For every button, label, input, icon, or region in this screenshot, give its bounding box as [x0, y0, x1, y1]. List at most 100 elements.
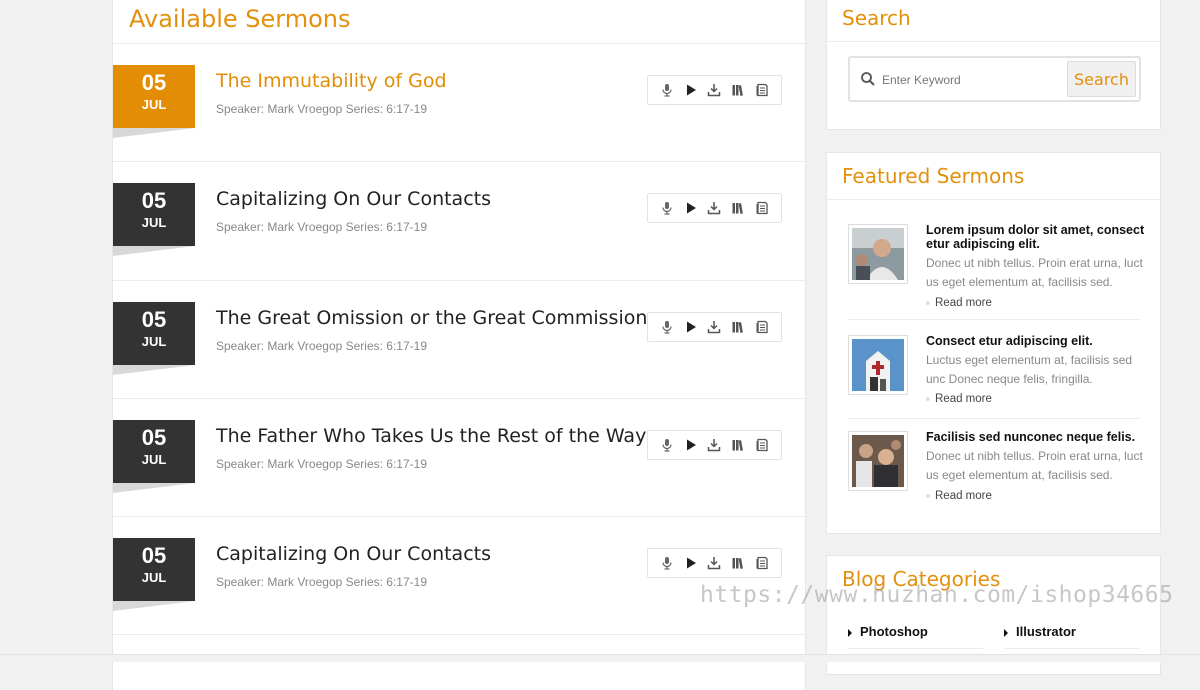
sermon-tools — [647, 75, 782, 105]
document-icon[interactable] — [753, 199, 771, 217]
microphone-icon[interactable] — [658, 554, 676, 572]
divider — [113, 161, 805, 162]
featured-item: Lorem ipsum dolor sit amet, consect etur… — [848, 223, 1144, 320]
book-icon[interactable] — [729, 81, 747, 99]
date-ribbon — [113, 483, 195, 493]
search-widget: Search Search — [826, 0, 1161, 130]
featured-thumbnail[interactable] — [848, 224, 908, 284]
sermon-tools — [647, 193, 782, 223]
book-icon[interactable] — [729, 318, 747, 336]
date-day: 05 — [141, 70, 167, 95]
sermon-title-link[interactable]: Capitalizing On Our Contacts — [216, 188, 491, 210]
download-icon[interactable] — [705, 554, 723, 572]
date-month: JUL — [141, 452, 167, 467]
sermon-meta: Speaker: Mark Vroegop Series: 6:17-19 — [216, 102, 428, 116]
divider — [113, 398, 805, 399]
date-month: JUL — [141, 570, 167, 585]
book-icon[interactable] — [729, 554, 747, 572]
featured-thumbnail[interactable] — [848, 431, 908, 491]
play-icon[interactable] — [682, 318, 700, 336]
sermon-item: 05 JUL The Immutability of God Speaker: … — [113, 65, 805, 183]
caret-right-icon — [848, 628, 852, 637]
sermon-item: 05 JUL Capitalizing On Our Contacts Spea… — [113, 161, 805, 301]
featured-widget-title: Featured Sermons — [827, 153, 1160, 200]
sermons-title: Available Sermons — [129, 5, 351, 33]
sermon-title-link[interactable]: The Immutability of God — [216, 70, 447, 92]
date-badge: 05 JUL — [113, 65, 195, 128]
sermon-meta: Speaker: Mark Vroegop Series: 6:17-19 — [216, 220, 428, 234]
microphone-icon[interactable] — [658, 436, 676, 454]
sermon-item: 05 JUL The Father Who Takes Us the Rest … — [113, 398, 805, 538]
search-widget-title: Search — [827, 0, 1160, 42]
sermon-tools — [647, 312, 782, 342]
featured-title-link[interactable]: Facilisis sed nunconec neque felis. — [926, 430, 1146, 444]
featured-excerpt: Luctus eget elementum at, facilisis sed … — [926, 353, 1133, 386]
sermon-meta: Speaker: Mark Vroegop Series: 6:17-19 — [216, 339, 428, 353]
date-badge: 05 JUL — [113, 183, 195, 246]
caret-right-icon — [1004, 628, 1008, 637]
download-icon[interactable] — [705, 318, 723, 336]
category-label: Illustrator — [1016, 624, 1076, 639]
sermon-title-link[interactable]: The Great Omission or the Great Commissi… — [216, 307, 647, 329]
play-icon[interactable] — [682, 199, 700, 217]
search-icon — [860, 71, 876, 87]
date-badge: 05 JUL — [113, 538, 195, 601]
featured-title-link[interactable]: Consect etur adipiscing elit. — [926, 334, 1146, 348]
date-month: JUL — [141, 334, 167, 349]
featured-item: Consect etur adipiscing elit. Luctus ege… — [848, 334, 1140, 419]
divider — [113, 43, 805, 44]
category-photoshop[interactable]: Photoshop — [848, 624, 928, 639]
document-icon[interactable] — [753, 554, 771, 572]
sermon-item: 05 JUL Capitalizing On Our Contacts Spea… — [113, 516, 805, 656]
divider — [848, 418, 1140, 419]
play-icon[interactable] — [682, 81, 700, 99]
read-more-link[interactable]: Read more — [926, 490, 992, 502]
category-illustrator[interactable]: Illustrator — [1004, 624, 1076, 639]
date-badge: 05 JUL — [113, 420, 195, 483]
featured-sermons-widget: Featured Sermons Lorem ipsum dolor sit a… — [826, 152, 1161, 534]
divider — [848, 648, 983, 649]
search-input[interactable] — [880, 61, 1068, 99]
download-icon[interactable] — [705, 199, 723, 217]
read-more-link[interactable]: Read more — [926, 297, 992, 309]
featured-thumbnail[interactable] — [848, 335, 908, 395]
microphone-icon[interactable] — [658, 81, 676, 99]
categories-widget-title: Blog Categories — [827, 556, 1160, 603]
featured-title-link[interactable]: Lorem ipsum dolor sit amet, consect etur… — [926, 223, 1146, 251]
search-button[interactable]: Search — [1067, 61, 1136, 97]
featured-item: Facilisis sed nunconec neque felis. Done… — [848, 430, 1143, 527]
sermon-item: 05 JUL The Great Omission or the Great C… — [113, 280, 805, 420]
download-icon[interactable] — [705, 436, 723, 454]
date-ribbon — [113, 246, 195, 256]
document-icon[interactable] — [753, 81, 771, 99]
date-month: JUL — [141, 97, 167, 112]
document-icon[interactable] — [753, 318, 771, 336]
download-icon[interactable] — [705, 81, 723, 99]
play-icon[interactable] — [682, 554, 700, 572]
microphone-icon[interactable] — [658, 199, 676, 217]
read-more-link[interactable]: Read more — [926, 393, 992, 405]
date-day: 05 — [141, 307, 167, 332]
play-icon[interactable] — [682, 436, 700, 454]
featured-excerpt: Donec ut nibh tellus. Proin erat urna, l… — [926, 449, 1143, 482]
sermon-title-link[interactable]: The Father Who Takes Us the Rest of the … — [216, 425, 646, 447]
sermon-title-link[interactable]: Capitalizing On Our Contacts — [216, 543, 491, 565]
book-icon[interactable] — [729, 436, 747, 454]
divider — [1004, 648, 1139, 649]
sermon-tools — [647, 430, 782, 460]
date-day: 05 — [141, 188, 167, 213]
search-box: Search — [848, 56, 1141, 102]
document-icon[interactable] — [753, 436, 771, 454]
divider — [113, 516, 805, 517]
date-month: JUL — [141, 215, 167, 230]
date-ribbon — [113, 365, 195, 375]
sermon-tools — [647, 548, 782, 578]
date-day: 05 — [141, 543, 167, 568]
divider — [113, 634, 805, 635]
microphone-icon[interactable] — [658, 318, 676, 336]
divider — [113, 280, 805, 281]
date-ribbon — [113, 601, 195, 611]
divider — [848, 319, 1140, 320]
book-icon[interactable] — [729, 199, 747, 217]
sermon-meta: Speaker: Mark Vroegop Series: 6:17-19 — [216, 575, 428, 589]
